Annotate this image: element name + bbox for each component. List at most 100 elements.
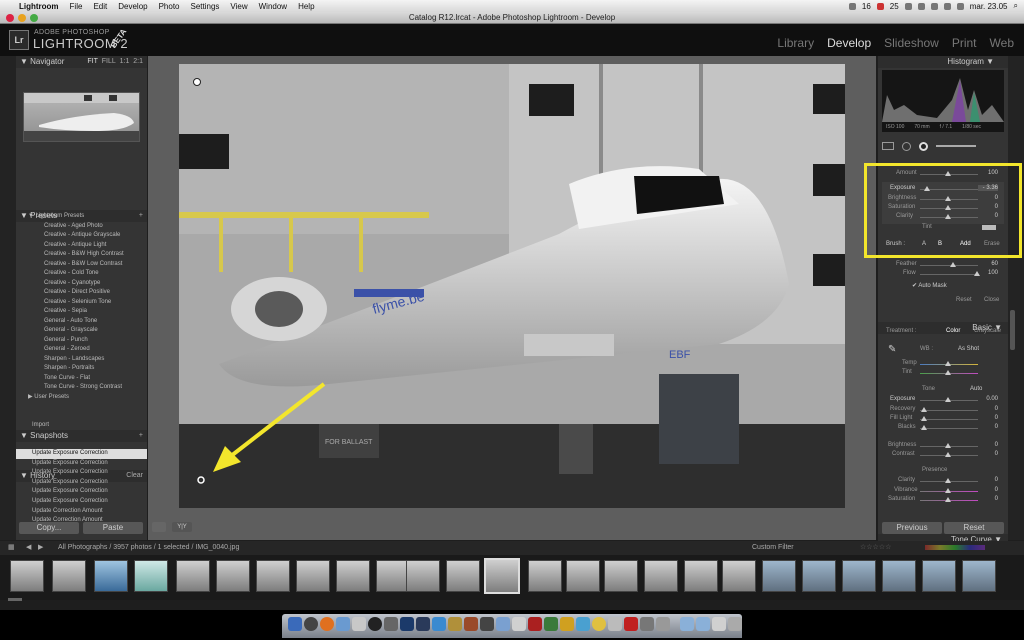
- zoom-fit[interactable]: FIT: [87, 58, 98, 65]
- filmstrip-thumbnail[interactable]: [134, 560, 168, 592]
- view-mode-icon[interactable]: [152, 522, 166, 532]
- filmstrip-thumbnail[interactable]: [296, 560, 330, 592]
- photo-image[interactable]: EBF flyme.be FOR BALLAST: [179, 64, 845, 508]
- headphones-icon[interactable]: [917, 2, 925, 10]
- camera-icon[interactable]: [368, 617, 382, 631]
- saturation-knob[interactable]: [945, 497, 951, 502]
- left-panel-toggle[interactable]: [0, 56, 16, 540]
- filmstrip-thumbnail[interactable]: [566, 560, 600, 592]
- histogram[interactable]: ISO 100 70 mm f / 7.1 1/80 sec: [882, 70, 1004, 132]
- menu-settings[interactable]: Settings: [191, 2, 220, 11]
- recovery-knob[interactable]: [921, 407, 927, 412]
- recovery-slider[interactable]: [920, 410, 978, 411]
- blacks-value[interactable]: 0: [978, 424, 998, 430]
- filmstrip-thumbnail[interactable]: [922, 560, 956, 592]
- app-icon[interactable]: [592, 617, 606, 631]
- saturation-value[interactable]: 0: [978, 496, 998, 502]
- dashboard-icon[interactable]: [304, 617, 318, 631]
- menu-help[interactable]: Help: [298, 2, 314, 11]
- app-icon[interactable]: [712, 617, 726, 631]
- module-develop[interactable]: Develop: [827, 36, 871, 50]
- preset-item[interactable]: Creative - B&W High Contrast: [16, 250, 147, 260]
- reset-button[interactable]: Reset: [944, 522, 1004, 534]
- filmstrip-scrollbar[interactable]: [8, 598, 22, 601]
- preset-item[interactable]: Creative - Selenium Tone: [16, 298, 147, 308]
- module-print[interactable]: Print: [952, 36, 977, 50]
- filmstrip-thumbnail[interactable]: [722, 560, 756, 592]
- fill-light-value[interactable]: 0: [978, 415, 998, 421]
- filmstrip-thumbnail[interactable]: [256, 560, 290, 592]
- app-icon[interactable]: [608, 617, 622, 631]
- preset-item[interactable]: Creative - Antique Grayscale: [16, 231, 147, 241]
- filmstrip-thumbnail[interactable]: [842, 560, 876, 592]
- paste-button[interactable]: Paste: [83, 522, 143, 534]
- wb-select[interactable]: As Shot: [958, 346, 979, 352]
- automask-checkbox[interactable]: ✔ Auto Mask: [912, 282, 947, 289]
- blacks-knob[interactable]: [921, 425, 927, 430]
- blacks-slider[interactable]: [920, 428, 978, 429]
- filmstrip-thumbnail[interactable]: [882, 560, 916, 592]
- preset-item[interactable]: General - Grayscale: [16, 326, 147, 336]
- back-arrow-icon[interactable]: ◀: [26, 543, 31, 551]
- preset-item[interactable]: Creative - Direct Positive: [16, 288, 147, 298]
- folder-icon[interactable]: [680, 617, 694, 631]
- feather-value[interactable]: 60: [978, 261, 998, 267]
- treatment-color-button[interactable]: Color: [946, 328, 960, 334]
- spotlight-icon[interactable]: ⌕: [1014, 1, 1018, 11]
- preset-item[interactable]: Creative - Cyanotype: [16, 279, 147, 289]
- brush-tool-icon[interactable]: [919, 141, 928, 151]
- preset-item[interactable]: Creative - B&W Low Contrast: [16, 260, 147, 270]
- minimize-window-icon[interactable]: [18, 14, 26, 22]
- zoom-2-1[interactable]: 2:1: [133, 58, 143, 65]
- fill-light-knob[interactable]: [921, 416, 927, 421]
- finder-icon[interactable]: [288, 617, 302, 631]
- brightness-knob[interactable]: [945, 443, 951, 448]
- filmstrip-thumbnail[interactable]: [176, 560, 210, 592]
- firefox-icon[interactable]: [320, 617, 334, 631]
- crop-tool-icon[interactable]: [882, 142, 894, 150]
- feather-slider[interactable]: [920, 265, 978, 266]
- filmstrip-thumbnail[interactable]: [644, 560, 678, 592]
- history-item[interactable]: Update Exposure Correction: [16, 449, 147, 459]
- battery-icon[interactable]: [956, 2, 964, 10]
- preset-item[interactable]: Sharpen - Landscapes: [16, 355, 147, 365]
- exposure-value[interactable]: 0.00: [978, 396, 998, 402]
- preset-item[interactable]: General - Punch: [16, 336, 147, 346]
- app-icon[interactable]: [544, 617, 558, 631]
- menu-view[interactable]: View: [230, 2, 247, 11]
- filmstrip-thumbnail[interactable]: [336, 560, 370, 592]
- app-icon[interactable]: [496, 617, 510, 631]
- filmstrip-thumbnail[interactable]: [684, 560, 718, 592]
- vibrance-knob[interactable]: [945, 488, 951, 493]
- history-item[interactable]: Update Correction Amount: [16, 507, 147, 517]
- filmstrip-thumbnail[interactable]: [376, 560, 410, 592]
- navigator-preview[interactable]: [23, 92, 140, 142]
- filmstrip-thumbnail[interactable]: [52, 560, 86, 592]
- navigator-header[interactable]: ▼ Navigator FIT FILL 1:1 2:1: [16, 56, 147, 68]
- menu-file[interactable]: File: [70, 2, 83, 11]
- copy-button[interactable]: Copy...: [19, 522, 79, 534]
- snapshots-header[interactable]: ▼ Snapshots +: [16, 430, 147, 442]
- module-slideshow[interactable]: Slideshow: [884, 36, 939, 50]
- mail-app-icon[interactable]: [336, 617, 350, 631]
- filmstrip-thumbnail-selected[interactable]: [484, 558, 520, 594]
- app-icon[interactable]: [560, 617, 574, 631]
- forward-arrow-icon[interactable]: ▶: [38, 543, 43, 551]
- before-after-icon[interactable]: Y|Y: [172, 522, 192, 532]
- vibrance-value[interactable]: 0: [978, 487, 998, 493]
- zoom-fill[interactable]: FILL: [102, 58, 116, 65]
- app-icon[interactable]: [656, 617, 670, 631]
- spot-tool-icon[interactable]: [902, 141, 911, 151]
- clarity-value[interactable]: 0: [978, 477, 998, 483]
- contrast-value[interactable]: 0: [978, 451, 998, 457]
- history-item[interactable]: Update Exposure Correction: [16, 478, 147, 488]
- preset-item[interactable]: Creative - Aged Photo: [16, 222, 147, 232]
- menu-photo[interactable]: Photo: [159, 2, 180, 11]
- app-icon[interactable]: [512, 617, 526, 631]
- filmstrip-thumbnail[interactable]: [528, 560, 562, 592]
- module-library[interactable]: Library: [777, 36, 814, 50]
- module-web[interactable]: Web: [990, 36, 1014, 50]
- menu-develop[interactable]: Develop: [118, 2, 147, 11]
- preset-item[interactable]: Creative - Antique Light: [16, 241, 147, 251]
- app-icon[interactable]: [384, 617, 398, 631]
